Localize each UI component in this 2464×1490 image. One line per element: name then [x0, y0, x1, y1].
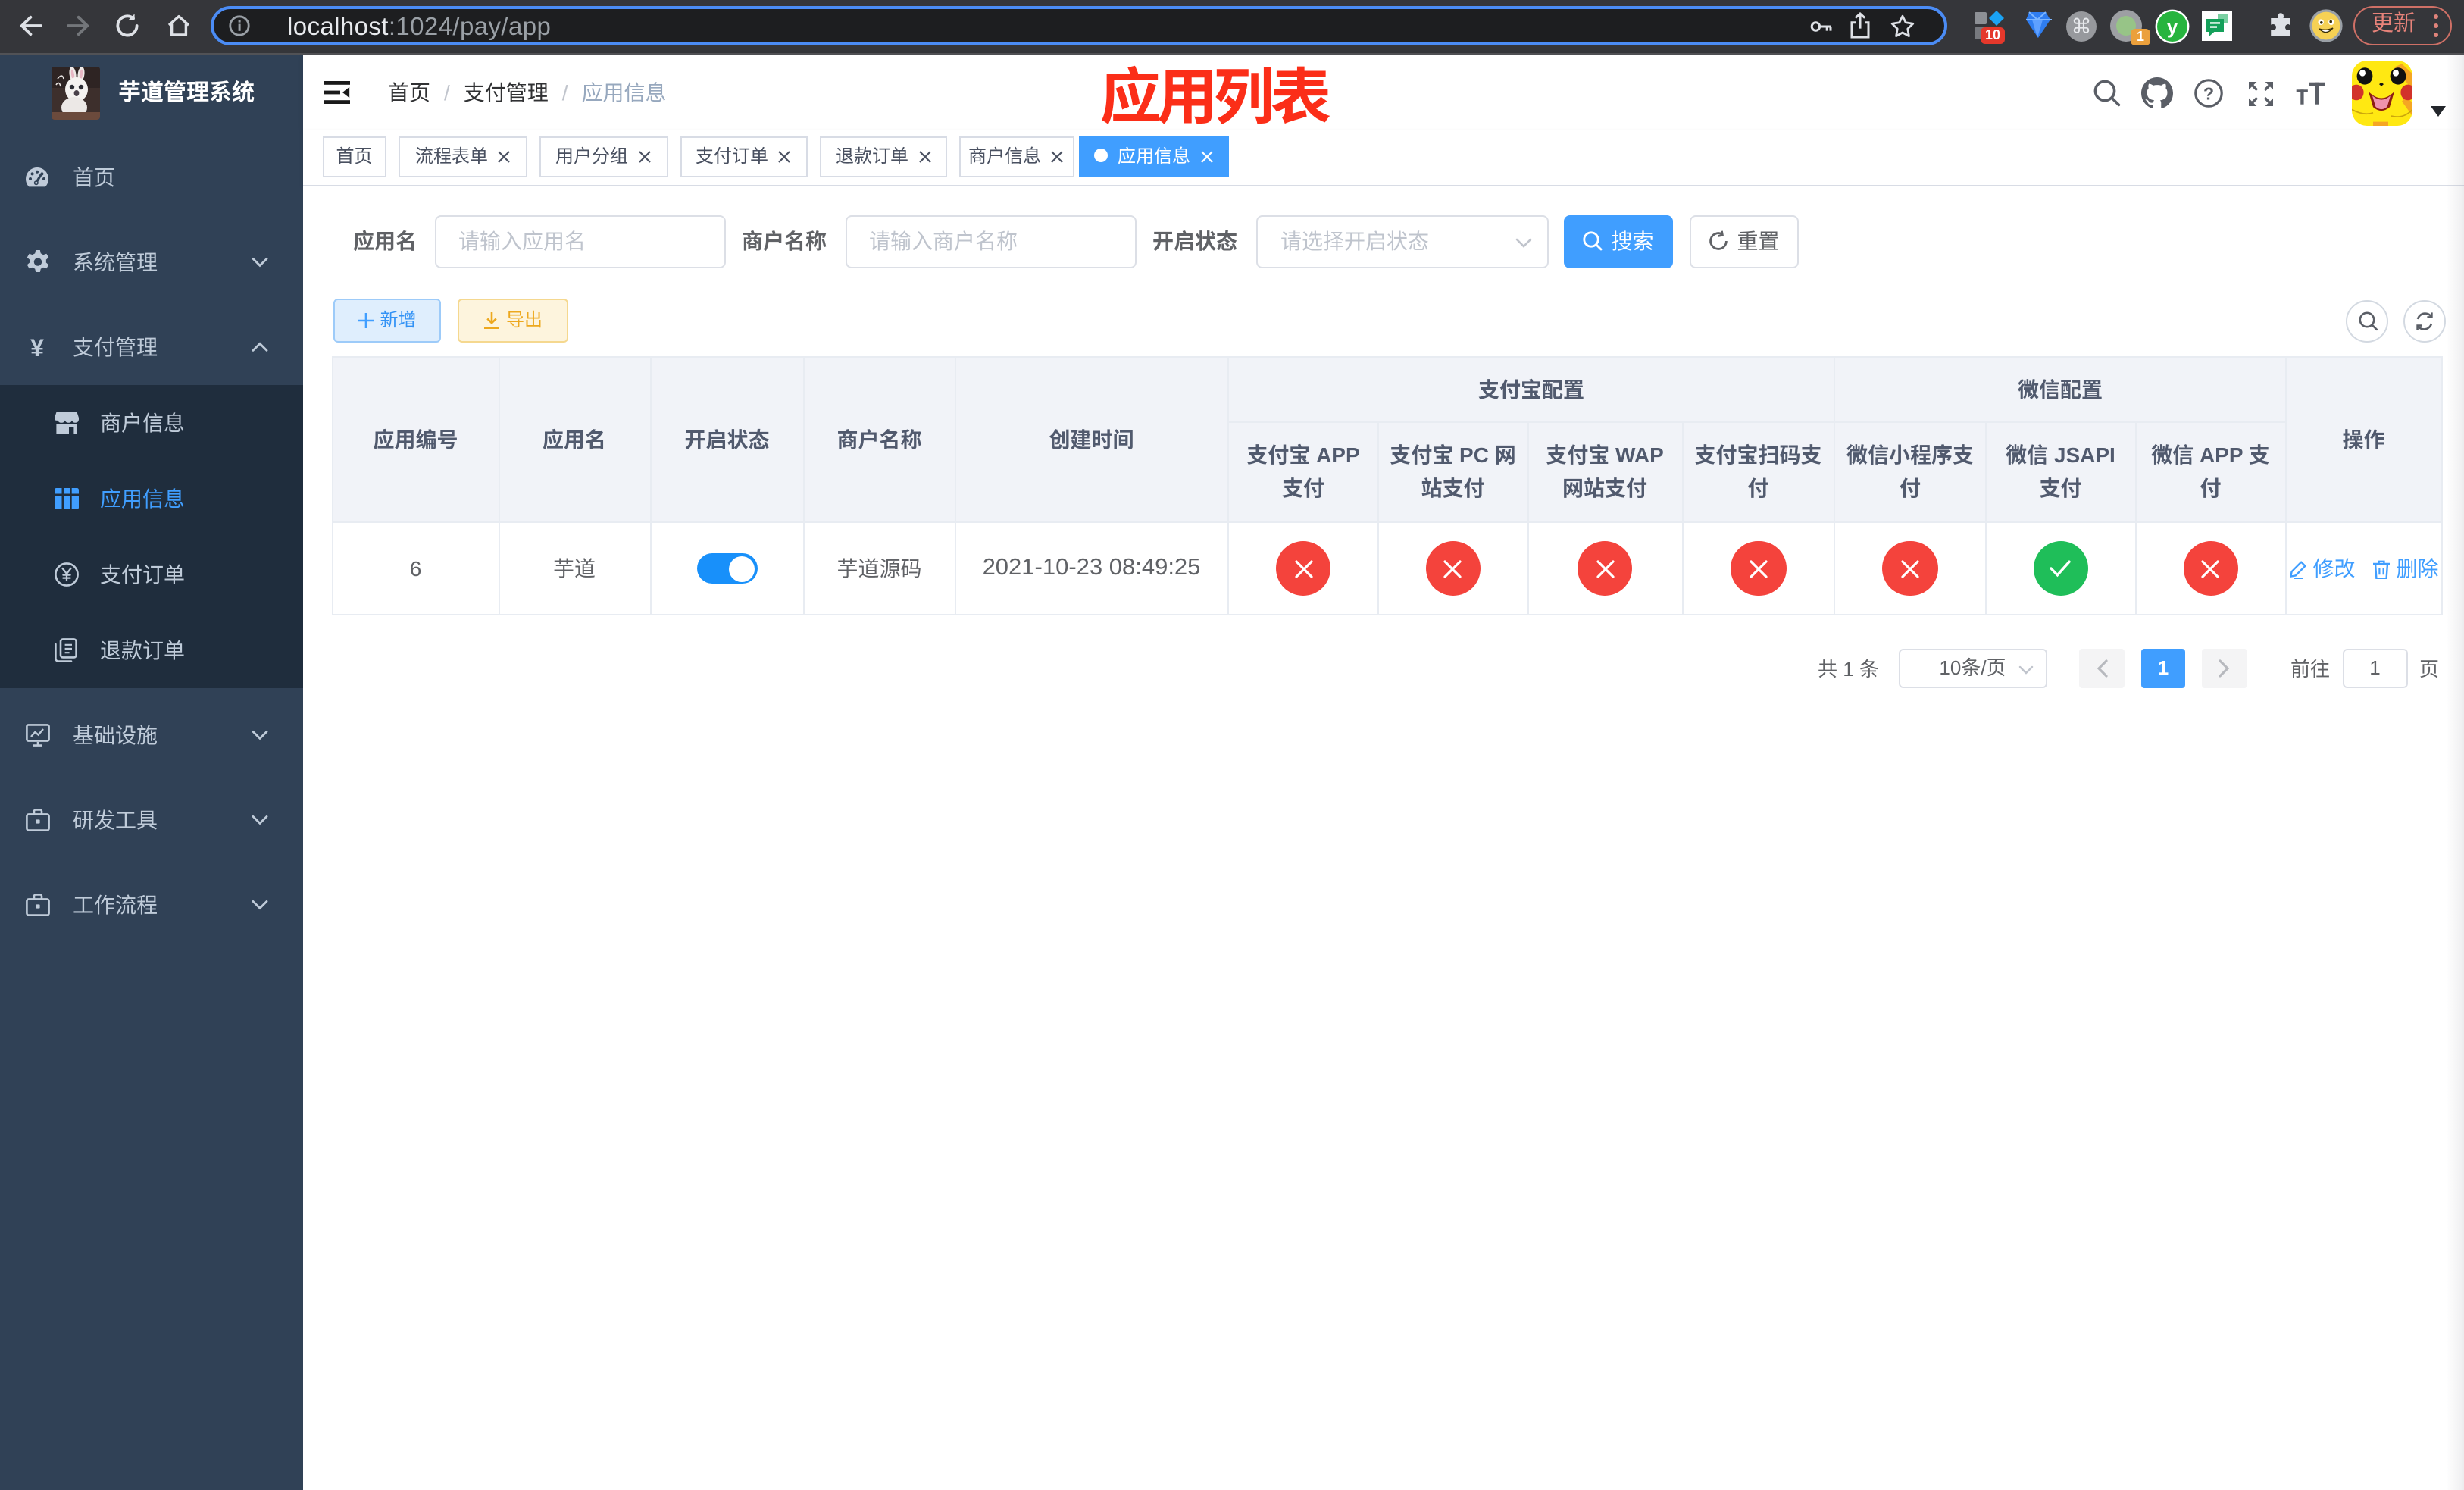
svg-text:?: ?	[2203, 83, 2213, 103]
svg-text:¥: ¥	[30, 335, 44, 359]
svg-text:y: y	[2167, 14, 2178, 37]
svg-text:⌘: ⌘	[2072, 14, 2092, 37]
